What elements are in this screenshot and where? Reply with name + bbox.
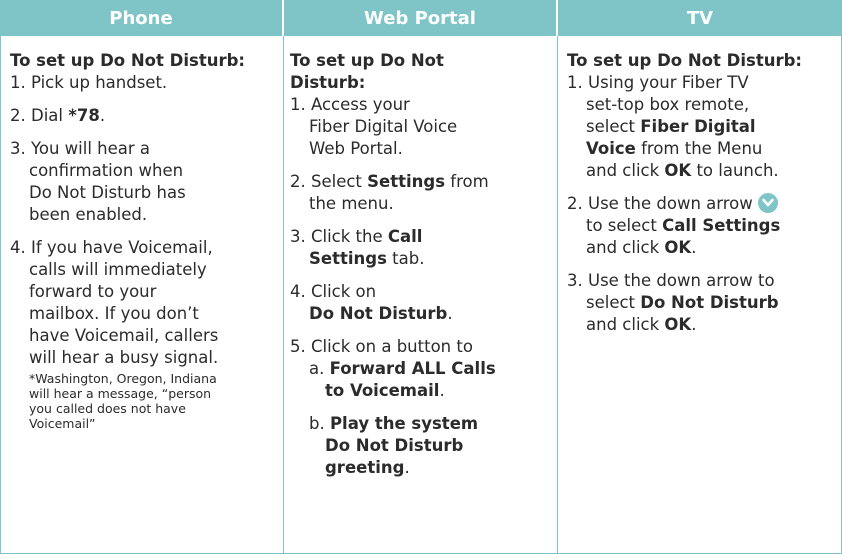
chevron-down-circle-icon [758,193,779,213]
tv-step-2: 2. Use the down arrow to select Call Set… [567,193,781,257]
phone-footnote: *Washington, Oregon, Indiana will hear a… [29,371,217,431]
web-step-5: 5. Click on a button to a. Forward ALL C… [290,336,552,479]
web-step-4: 4. Click on Do Not Disturb. [290,282,453,323]
web-step-3: 3. Click the Call Settings tab. [290,227,425,268]
phone-column: To set up Do Not Disturb: 1. Pick up han… [10,36,280,553]
phone-step-4: 4. If you have Voicemail, calls will imm… [10,238,219,367]
header-web-portal: Web Portal [284,0,556,36]
phone-title: To set up Do Not Disturb: [10,51,245,70]
web-step-1: 1. Access your Fiber Digital Voice Web P… [290,95,458,158]
tv-step-1: 1. Using your Fiber TV set-top box remot… [567,73,779,180]
web-step-2: 2. Select Settings from the menu. [290,172,489,213]
tv-title: To set up Do Not Disturb: [567,51,802,70]
phone-step-2: 2. Dial *78. [10,106,106,125]
tv-column: To set up Do Not Disturb: 1. Using your … [567,36,839,553]
instructions-table: Phone Web Portal TV To set up Do Not Dis… [0,0,842,560]
header-phone: Phone [0,0,282,36]
header-divider [282,0,284,36]
web-step-5a: a. Forward ALL Calls to Voicemail. [309,359,496,400]
table-bottom-border [0,553,842,554]
column-border [0,36,1,554]
web-title: To set up Do Not Disturb: [290,51,444,92]
tv-step-3: 3. Use the down arrow to select Do Not D… [567,271,779,334]
web-step-5b: b. Play the system Do Not Disturb greeti… [309,414,479,477]
column-border [283,36,284,554]
column-border [557,36,558,554]
phone-step-1: 1. Pick up handset. [10,73,168,92]
header-tv: TV [558,0,842,36]
header-divider [556,0,558,36]
web-portal-column: To set up Do Not Disturb: 1. Access your… [290,36,552,553]
phone-step-3: 3. You will hear a confirmation when Do … [10,139,186,224]
